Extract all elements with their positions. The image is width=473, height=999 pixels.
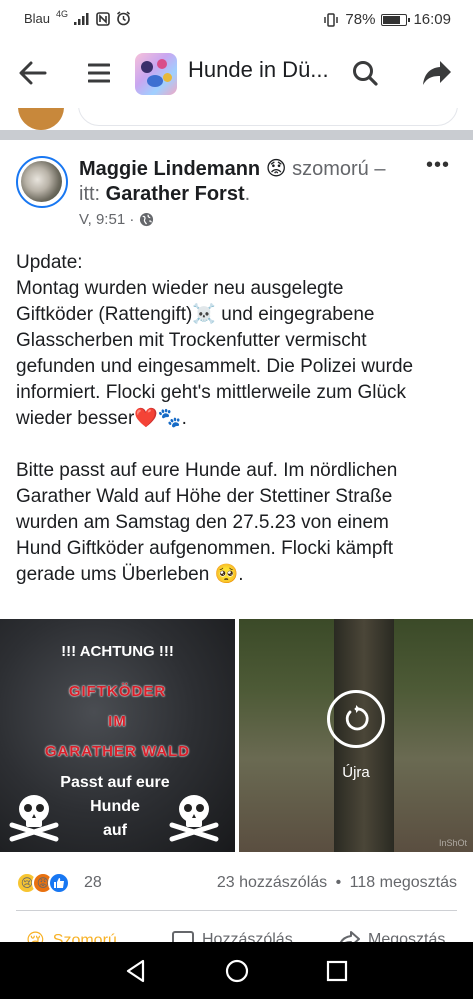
system-nav-bar (0, 942, 473, 999)
text-line: gerade ums Überleben 🥺. (16, 564, 244, 585)
sad-face-icon: 😟 (265, 158, 287, 180)
replay-label[interactable]: Újra (239, 764, 473, 781)
previous-post-remnant (0, 108, 473, 130)
location-prefix: itt: (79, 183, 106, 205)
poster-line: IM (108, 713, 127, 730)
replay-icon (345, 705, 369, 731)
post-media: !!! ACHTUNG !!! GIFTKÖDER IM GARATHER WA… (0, 619, 473, 852)
hamburger-icon (88, 63, 110, 83)
replay-button[interactable] (327, 690, 385, 748)
text-line: informiert. Flocki geht's mittlerweile z… (16, 382, 407, 403)
reaction-count[interactable]: 28 (84, 874, 102, 892)
back-button[interactable] (8, 38, 58, 108)
text-line: Update: (16, 252, 83, 273)
text-line: Garather Wald auf Höhe der Stettiner Str… (16, 486, 393, 507)
poster-heading: !!! ACHTUNG !!! (61, 643, 174, 660)
share-arrow-icon (423, 61, 451, 85)
skull-crossbones-icon (9, 795, 59, 842)
actions-divider (16, 910, 457, 911)
more-options-button[interactable]: ••• (423, 154, 453, 178)
feeling-label: szomorú – (286, 158, 386, 180)
post-timestamp[interactable]: V, 9:51 · (79, 211, 134, 228)
menu-button[interactable] (74, 38, 124, 108)
post-stats: 23 hozzászólás • 118 megosztás (216, 874, 457, 891)
video-watermark: InShOt (438, 838, 467, 848)
text-line: gefunden und eingesammelt. Die Polizei w… (16, 356, 414, 377)
like-reaction-icon (48, 872, 70, 894)
poster-line: GARATHER WALD (44, 743, 191, 760)
skull-crossbones-icon (169, 795, 219, 842)
sad-face-icon: 😢 (26, 930, 45, 942)
reaction-icons[interactable]: 😢 😡 (16, 872, 70, 894)
author-avatar[interactable] (16, 156, 68, 208)
globe-icon (140, 212, 154, 227)
arrow-left-icon (19, 61, 47, 85)
share-icon (339, 931, 360, 942)
text-line: wurden am Samstag den 27.5.23 von einem (16, 512, 389, 533)
author-name[interactable]: Maggie Lindemann (79, 158, 260, 180)
location-link[interactable]: Garather Forst (106, 183, 245, 205)
share-post-button[interactable]: Megosztás (338, 930, 445, 942)
app-header: Hunde in Dü... (0, 38, 473, 108)
share-count[interactable]: 118 megosztás (350, 874, 457, 891)
network-label: 4G (56, 8, 69, 19)
feed-divider (0, 130, 473, 140)
comment-count[interactable]: 23 hozzászólás (217, 874, 327, 891)
forest-video[interactable]: Újra InShOt (239, 619, 473, 852)
share-button[interactable] (412, 38, 462, 108)
post-meta: V, 9:51 · (79, 211, 154, 228)
alarm-icon (117, 11, 131, 26)
avatar (18, 108, 64, 130)
text-line: Bitte passt auf eure Hunde auf. Im nördl… (16, 460, 398, 481)
post-header-line: Maggie Lindemann 😟 szomorú – itt: Garath… (79, 158, 386, 205)
comment-button[interactable]: Hozzászólás (172, 930, 293, 942)
warning-poster-image[interactable]: !!! ACHTUNG !!! GIFTKÖDER IM GARATHER WA… (0, 619, 235, 852)
search-button[interactable] (340, 38, 390, 108)
comment-icon (172, 931, 194, 942)
nav-home-icon[interactable] (224, 958, 250, 984)
text-line: wieder besser❤️🐾. (16, 408, 187, 429)
search-icon (353, 61, 378, 86)
group-title[interactable]: Hunde in Dü... (188, 57, 329, 83)
vibrate-icon (324, 12, 339, 27)
comment-input-remnant[interactable] (78, 108, 458, 126)
text-line: Montag wurden wieder neu ausgelegte (16, 278, 344, 299)
battery-icon (381, 13, 411, 26)
battery-percent: 78% (345, 11, 376, 28)
nfc-icon (96, 11, 110, 26)
post-body: Update: Montag wurden wieder neu ausgele… (16, 250, 461, 588)
carrier-label: Blau (24, 11, 51, 26)
text-line: Hund Giftköder aufgenommen. Flocki kämpf… (16, 538, 394, 559)
clock: 16:09 (413, 11, 451, 28)
group-thumbnail[interactable] (135, 53, 177, 95)
action-bar: 😢 Szomorú Hozzászólás Megosztás (0, 922, 473, 942)
reaction-summary: 😢 😡 28 23 hozzászólás • 118 megosztás (0, 862, 473, 902)
signal-icon (74, 12, 89, 25)
status-bar: Blau 4G 78% 16:09 (0, 0, 473, 38)
nav-back-icon[interactable] (123, 958, 149, 984)
nav-recents-icon[interactable] (324, 958, 350, 984)
text-line: Glasscherben mit Trockenfutter vermischt (16, 330, 367, 351)
react-button[interactable]: 😢 Szomorú (26, 930, 117, 942)
text-line: Giftköder (Rattengift)☠️ und eingegraben… (16, 304, 375, 325)
poster-line: GIFTKÖDER (68, 683, 167, 700)
